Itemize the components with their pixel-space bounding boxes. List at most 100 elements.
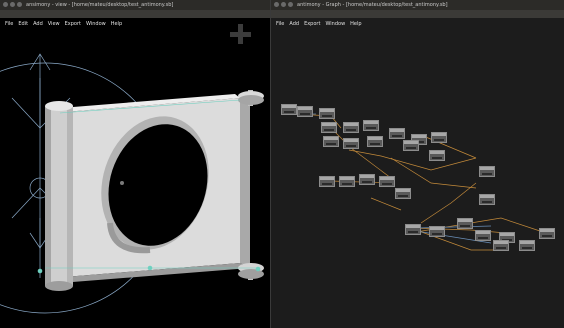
node-port[interactable]: [342, 183, 352, 185]
viewport-canvas[interactable]: [0, 18, 270, 328]
node-port[interactable]: [406, 147, 416, 149]
graph-node[interactable]: [281, 104, 297, 115]
node-title-bar[interactable]: [494, 241, 508, 244]
node-title-bar[interactable]: [322, 123, 336, 126]
node-title-bar[interactable]: [540, 229, 554, 232]
node-title-bar[interactable]: [368, 137, 382, 140]
graph-node[interactable]: [403, 140, 419, 151]
node-title-bar[interactable]: [344, 139, 358, 142]
graph-node[interactable]: [479, 166, 495, 177]
hinge-cylinder: [45, 101, 73, 291]
node-title-bar[interactable]: [380, 177, 394, 180]
graph-node[interactable]: [429, 150, 445, 161]
graph-node[interactable]: [405, 224, 421, 235]
node-port[interactable]: [542, 235, 552, 237]
node-port[interactable]: [432, 233, 442, 235]
node-port[interactable]: [522, 247, 532, 249]
graph-node[interactable]: [363, 120, 379, 131]
node-title-bar[interactable]: [298, 107, 312, 110]
graph-node[interactable]: [475, 230, 491, 241]
node-port[interactable]: [366, 127, 376, 129]
graph-node[interactable]: [457, 218, 473, 229]
node-title-bar[interactable]: [432, 133, 446, 136]
graph-node[interactable]: [359, 174, 375, 185]
node-title-bar[interactable]: [282, 105, 296, 108]
viewer-menubar: File Edit Add View Export Window Help: [0, 10, 270, 27]
viewer-window: ansimony - view - [home/mateu/desktop/te…: [0, 0, 270, 328]
minimize-icon[interactable]: [10, 2, 15, 7]
close-icon[interactable]: [274, 2, 279, 7]
graph-node[interactable]: [389, 128, 405, 139]
node-port[interactable]: [482, 173, 492, 175]
close-icon[interactable]: [3, 2, 8, 7]
node-title-bar[interactable]: [364, 121, 378, 124]
graph-node[interactable]: [519, 240, 535, 251]
node-title-bar[interactable]: [500, 233, 514, 236]
pan-cross-icon[interactable]: [230, 24, 251, 44]
window-controls: [3, 2, 24, 8]
node-title-bar[interactable]: [406, 225, 420, 228]
graph-node[interactable]: [539, 228, 555, 239]
node-port[interactable]: [362, 181, 372, 183]
node-title-bar[interactable]: [404, 141, 418, 144]
node-port[interactable]: [382, 183, 392, 185]
node-title-bar[interactable]: [520, 241, 534, 244]
node-port[interactable]: [370, 143, 380, 145]
graph-node[interactable]: [339, 176, 355, 187]
node-port[interactable]: [398, 195, 408, 197]
node-port[interactable]: [326, 143, 336, 145]
node-port[interactable]: [392, 135, 402, 137]
node-port[interactable]: [324, 129, 334, 131]
graph-node[interactable]: [431, 132, 447, 143]
graph-node[interactable]: [493, 240, 509, 251]
graph-node[interactable]: [323, 136, 339, 147]
node-title-bar[interactable]: [480, 167, 494, 170]
node-title-bar[interactable]: [320, 109, 334, 112]
graph-node[interactable]: [395, 188, 411, 199]
graph-node[interactable]: [343, 138, 359, 149]
graph-nodes: [271, 18, 564, 328]
node-title-bar[interactable]: [324, 137, 338, 140]
graph-node[interactable]: [367, 136, 383, 147]
node-title-bar[interactable]: [430, 227, 444, 230]
node-title-bar[interactable]: [360, 175, 374, 178]
node-title-bar[interactable]: [458, 219, 472, 222]
maximize-icon[interactable]: [288, 2, 293, 7]
3d-viewport[interactable]: [0, 18, 270, 328]
graph-node[interactable]: [479, 194, 495, 205]
node-title-bar[interactable]: [430, 151, 444, 154]
node-port[interactable]: [346, 129, 356, 131]
node-title-bar[interactable]: [390, 129, 404, 132]
graph-node[interactable]: [379, 176, 395, 187]
node-title-bar[interactable]: [480, 195, 494, 198]
node-port[interactable]: [432, 157, 442, 159]
node-port[interactable]: [482, 201, 492, 203]
node-title-bar[interactable]: [396, 189, 410, 192]
node-port[interactable]: [460, 225, 470, 227]
graph-node[interactable]: [343, 122, 359, 133]
node-port[interactable]: [496, 247, 506, 249]
node-port[interactable]: [408, 231, 418, 233]
graph-node[interactable]: [319, 108, 335, 119]
graph-node[interactable]: [321, 122, 337, 133]
node-title-bar[interactable]: [344, 123, 358, 126]
node-port[interactable]: [434, 139, 444, 141]
graph-window-controls: [274, 2, 295, 8]
graph-node[interactable]: [297, 106, 313, 117]
node-graph-canvas[interactable]: [271, 18, 564, 328]
node-port[interactable]: [322, 115, 332, 117]
node-title-bar[interactable]: [340, 177, 354, 180]
node-port[interactable]: [284, 111, 294, 113]
node-title-bar[interactable]: [412, 135, 426, 138]
node-port[interactable]: [300, 113, 310, 115]
graph-node[interactable]: [429, 226, 445, 237]
viewer-title: ansimony - view - [home/mateu/desktop/te…: [26, 2, 174, 8]
node-port[interactable]: [478, 237, 488, 239]
node-port[interactable]: [322, 183, 332, 185]
minimize-icon[interactable]: [281, 2, 286, 7]
maximize-icon[interactable]: [17, 2, 22, 7]
node-title-bar[interactable]: [320, 177, 334, 180]
node-title-bar[interactable]: [476, 231, 490, 234]
node-port[interactable]: [346, 145, 356, 147]
graph-node[interactable]: [319, 176, 335, 187]
